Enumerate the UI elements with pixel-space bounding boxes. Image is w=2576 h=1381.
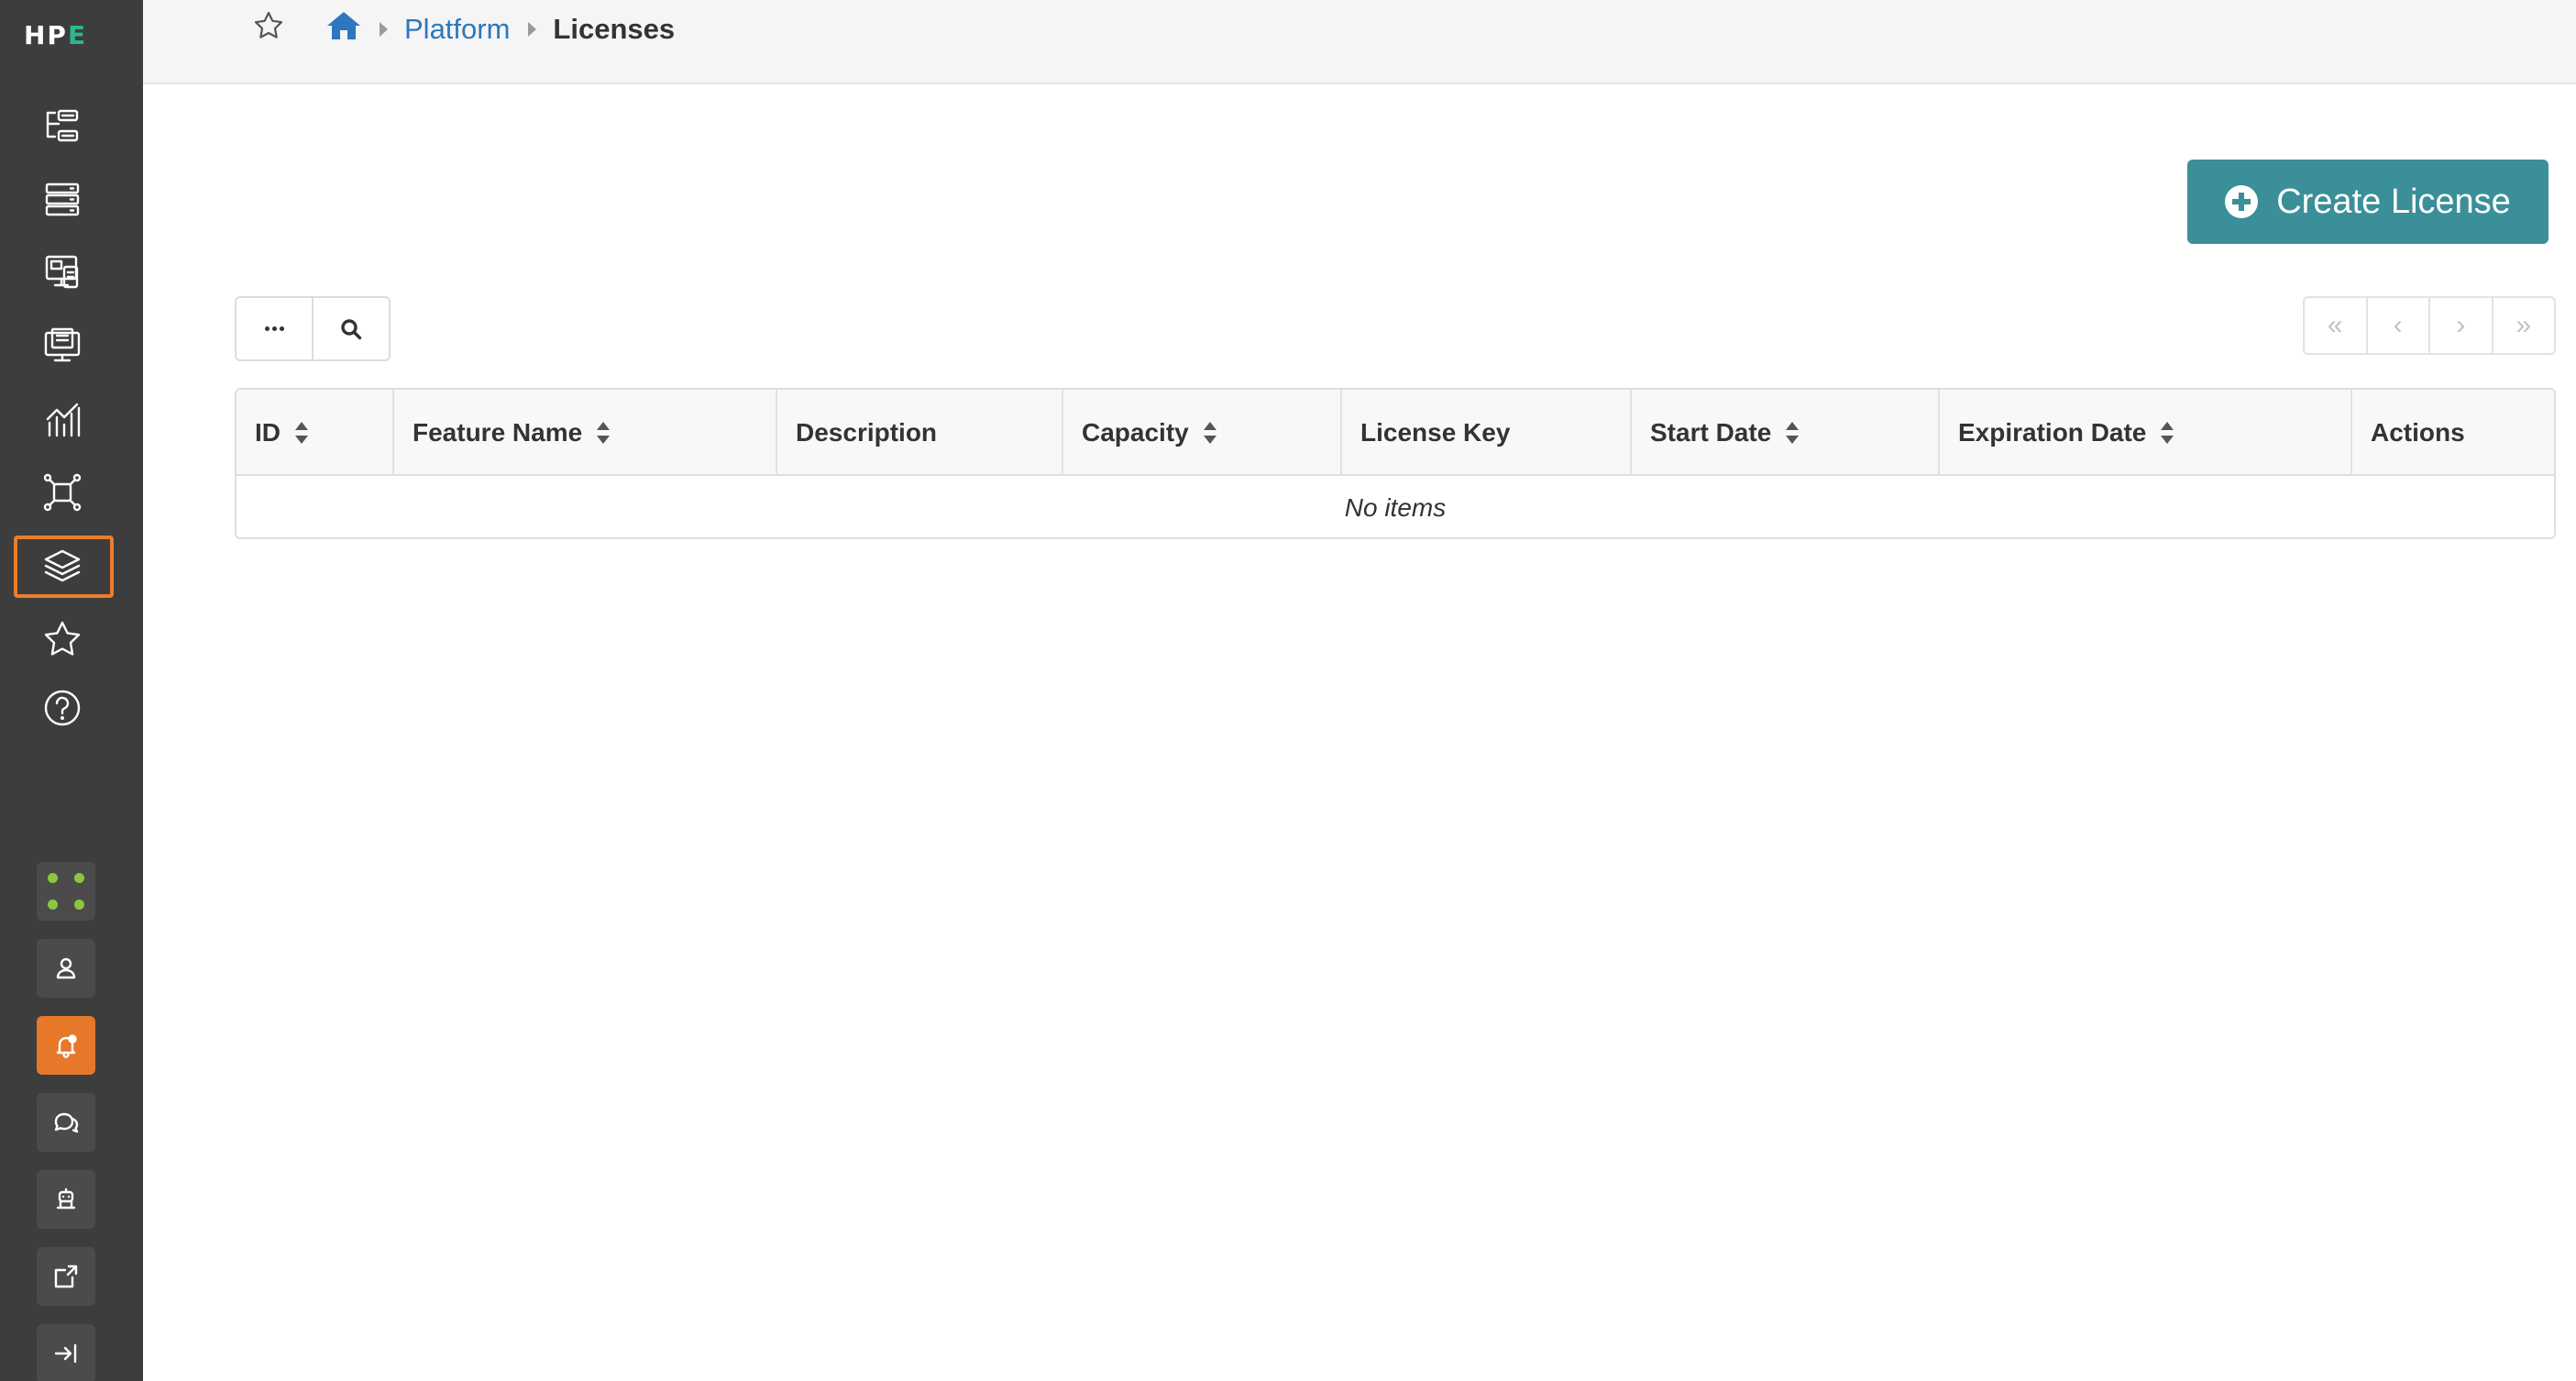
sort-icon[interactable]	[295, 422, 308, 444]
column-header-license-key: License Key	[1340, 390, 1630, 476]
last-page-button[interactable]: »	[2491, 298, 2555, 353]
help-icon[interactable]	[33, 679, 92, 737]
create-license-button[interactable]: Create License	[2187, 160, 2548, 244]
column-header-start-date[interactable]: Start Date	[1630, 390, 1938, 476]
layers-icon[interactable]	[33, 536, 92, 595]
hierarchy-icon[interactable]	[33, 96, 92, 155]
external-doc-icon[interactable]	[37, 1247, 95, 1306]
sort-icon[interactable]	[1203, 422, 1216, 444]
sort-icon[interactable]	[2161, 422, 2174, 444]
plus-circle-icon	[2225, 185, 2259, 218]
search-icon	[341, 318, 362, 339]
column-header-description: Description	[776, 390, 1062, 476]
collapse-sidebar-icon[interactable]	[37, 1324, 95, 1381]
table-header: ID Feature Name Description Capacity Lic…	[237, 390, 2554, 476]
apps-dots-icon[interactable]	[37, 862, 95, 921]
empty-table-message: No items	[1344, 492, 1447, 522]
star-icon[interactable]	[33, 610, 92, 668]
column-header-feature-name[interactable]: Feature Name	[392, 390, 776, 476]
search-button[interactable]	[312, 298, 389, 359]
home-icon[interactable]	[326, 10, 361, 49]
breadcrumb: Platform Licenses	[253, 11, 675, 48]
sidebar: HPE	[0, 0, 143, 1381]
favorite-star-icon[interactable]	[253, 10, 284, 49]
bell-alert-icon[interactable]	[37, 1016, 95, 1075]
ellipsis-icon	[264, 326, 284, 331]
more-options-button[interactable]	[237, 298, 312, 359]
breadcrumb-platform-link[interactable]: Platform	[404, 13, 510, 46]
column-header-capacity[interactable]: Capacity	[1062, 390, 1340, 476]
breadcrumb-separator-icon	[528, 22, 537, 37]
user-icon[interactable]	[37, 939, 95, 998]
monitor-icon[interactable]	[33, 316, 92, 375]
table-toolbar	[235, 296, 391, 361]
sort-icon[interactable]	[1786, 422, 1800, 444]
previous-page-button[interactable]: ‹	[2365, 298, 2429, 353]
top-bar: Platform Licenses	[143, 0, 2576, 84]
devices-icon[interactable]	[33, 243, 92, 302]
server-stack-icon[interactable]	[33, 170, 92, 228]
first-page-button[interactable]: «	[2305, 298, 2366, 353]
next-page-button[interactable]: ›	[2428, 298, 2492, 353]
column-header-expiration-date[interactable]: Expiration Date	[1938, 390, 2350, 476]
breadcrumb-separator-icon	[380, 22, 388, 37]
column-header-id[interactable]: ID	[237, 390, 392, 476]
assistant-bot-icon[interactable]	[37, 1170, 95, 1229]
licenses-table: ID Feature Name Description Capacity Lic…	[235, 388, 2556, 539]
pagination: « ‹ › »	[2303, 296, 2556, 355]
sort-icon[interactable]	[597, 422, 611, 444]
create-license-label: Create License	[2276, 182, 2511, 221]
column-header-actions: Actions	[2350, 390, 2554, 476]
chat-icon[interactable]	[37, 1093, 95, 1152]
analytics-chart-icon[interactable]	[33, 390, 92, 448]
network-topology-icon[interactable]	[33, 463, 92, 522]
hpe-logo[interactable]: HPE	[24, 20, 110, 50]
breadcrumb-current-page: Licenses	[553, 13, 676, 45]
